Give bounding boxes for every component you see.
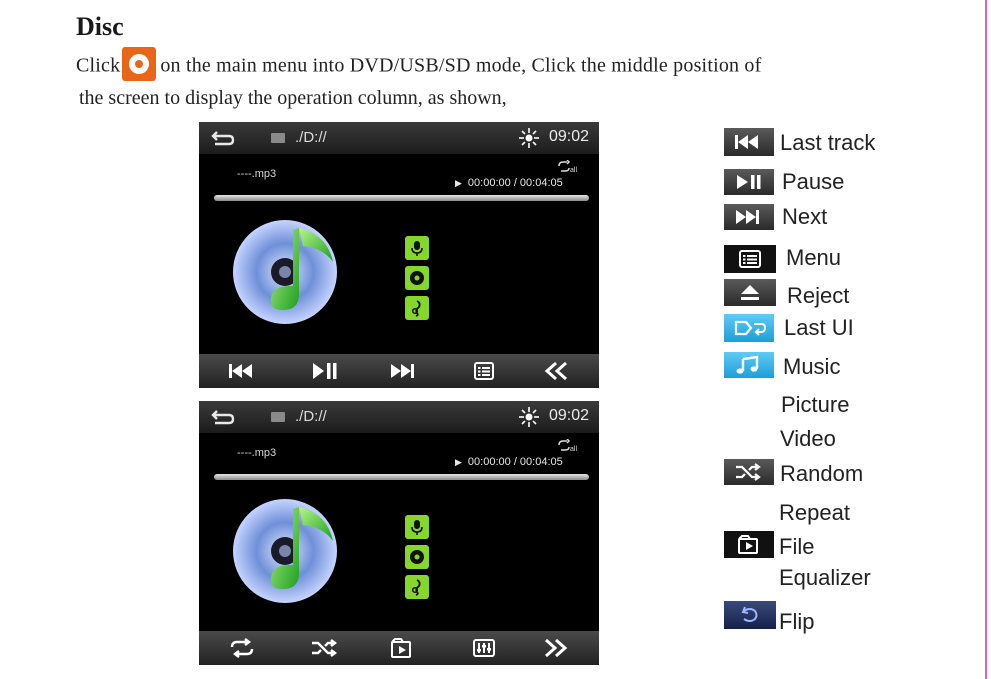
prev-track-icon [229,364,252,378]
screen-top-bar: ./D:// 09:02 [199,122,599,154]
legend-label: Repeat [779,500,850,525]
play-pause-icon [313,363,337,379]
menu-icon [724,245,776,273]
back-icon[interactable] [211,129,235,147]
disc-icon [122,47,157,81]
random-button[interactable] [309,637,339,659]
intro-text-rest: on the main menu into DVD/USB/SD mode, C… [160,54,762,77]
time-total: / 00:04:05 [513,456,563,468]
play-pause-icon [724,169,774,195]
shuffle-icon [312,639,337,657]
expand-button[interactable] [541,637,571,659]
collapse-button[interactable] [541,360,571,382]
clock: 09:02 [549,407,590,424]
legend-label: Flip [779,609,815,634]
playback-time: ▶ 00:00:00 / 00:04:05 [455,456,563,468]
music-note-icon[interactable] [405,296,429,320]
page-border [985,0,987,679]
folder-icon [271,412,285,422]
time-current: 00:00:00 [467,177,511,189]
prev-track-button[interactable] [226,360,256,382]
legend-label: Next [782,204,828,229]
legend-label: Music [783,354,841,379]
next-track-button[interactable] [387,360,417,382]
music-disc-artwork [233,220,337,324]
section-heading: Disc [76,12,124,41]
time-current: 00:00:00 [467,456,511,468]
legend-label: Picture [781,392,850,417]
legend-label: Last UI [784,315,854,340]
music-icon [724,352,774,378]
prev-track-icon [724,128,774,156]
equalizer-button[interactable] [469,637,499,659]
legend-label: Random [780,461,864,486]
music-note-icon[interactable] [405,575,429,599]
legend-label: Equalizer [779,565,871,590]
shuffle-icon [724,459,774,485]
time-total: / 00:04:05 [513,177,563,189]
microphone-icon[interactable] [405,515,429,539]
repeat-all-icon: all [558,439,577,453]
intro-text-click: Click [76,54,121,77]
brightness-icon[interactable] [519,128,539,148]
flip-icon [724,601,776,629]
legend-label: Menu [786,245,842,270]
folder-icon [271,133,285,143]
repeat-all-icon: all [558,160,577,174]
menu-icon [474,362,494,380]
track-file-name: ----.mp3 [237,447,277,459]
source-icons [405,236,429,326]
progress-bar[interactable] [214,474,589,480]
legend-label: Last track [780,130,876,155]
file-icon [724,531,774,558]
player-screen-1: ./D:// 09:02 ----.mp3 all ▶ 00:00:00 / 00… [199,122,599,388]
repeat-badge: all [570,446,577,453]
repeat-icon [230,638,254,658]
legend-label: File [779,534,815,559]
repeat-badge: all [570,167,577,174]
microphone-icon[interactable] [405,236,429,260]
disc-source-icon[interactable] [405,266,429,290]
screen-top-bar: ./D:// 09:02 [199,401,599,433]
legend-label: Pause [782,169,845,194]
legend-label: Video [780,426,836,451]
control-bar [199,354,599,388]
repeat-button[interactable] [227,637,257,659]
progress-bar[interactable] [214,195,589,201]
eject-icon [724,279,776,306]
intro-line-2: the screen to display the operation colu… [79,87,507,109]
menu-button[interactable] [469,360,499,382]
play-pause-button[interactable] [309,360,339,382]
track-file-name: ----.mp3 [237,168,277,180]
brightness-icon[interactable] [519,407,539,427]
clock: 09:02 [549,128,590,145]
equalizer-icon [473,639,495,657]
intro-line-1: Click on the main menu into DVD/USB/SD mo… [76,47,762,84]
double-chevron-left-icon [544,361,567,381]
playing-indicator-icon: ▶ [455,178,462,188]
double-chevron-right-icon [545,638,568,658]
return-icon [724,314,774,342]
current-path: ./D:// [295,129,327,146]
file-icon [391,638,411,658]
control-bar [199,631,599,665]
current-path: ./D:// [295,408,327,425]
file-button[interactable] [387,637,417,659]
next-track-icon [724,204,774,230]
playing-indicator-icon: ▶ [455,457,462,467]
source-icons [405,515,429,605]
next-track-icon [391,364,414,378]
disc-source-icon[interactable] [405,545,429,569]
player-screen-2: ./D:// 09:02 ----.mp3 all ▶ 00:00:00 / 00… [199,401,599,665]
playback-time: ▶ 00:00:00 / 00:04:05 [455,177,563,189]
music-disc-artwork [233,499,337,603]
legend-label: Reject [787,283,850,308]
back-icon[interactable] [211,408,235,426]
